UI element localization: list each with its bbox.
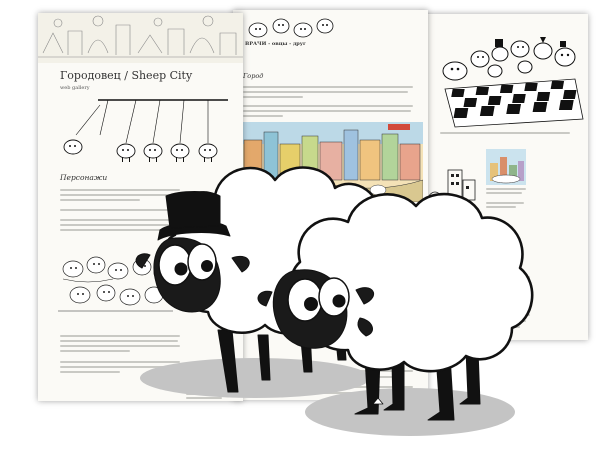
front-sheep-shadow xyxy=(305,388,515,436)
foreground-sheep-pair-illustration xyxy=(135,166,534,436)
back-sheep-shadow xyxy=(140,358,370,398)
